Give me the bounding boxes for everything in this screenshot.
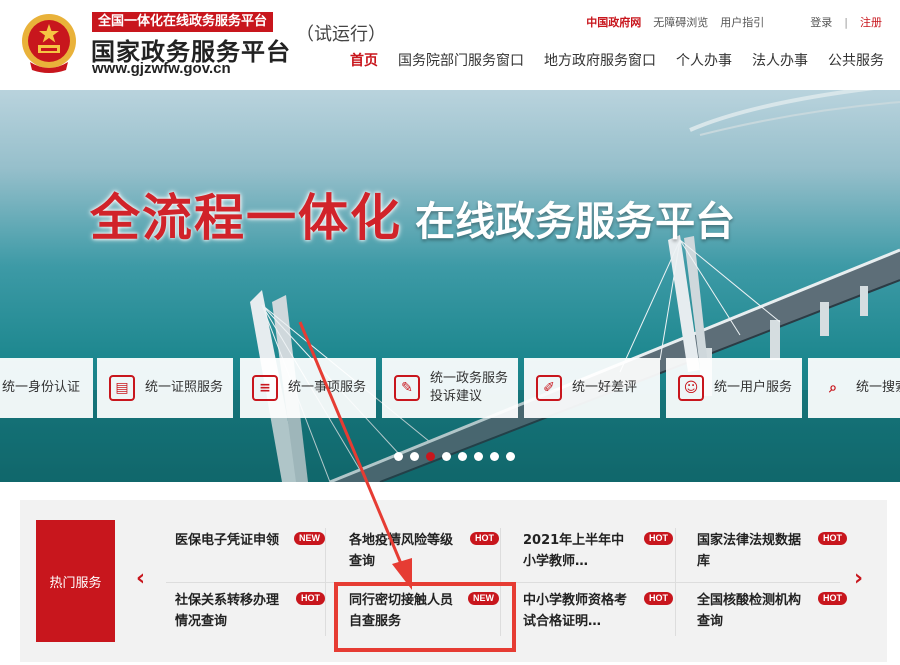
chevron-left-icon[interactable]: ‹: [136, 566, 145, 591]
service-badge: HOT: [296, 592, 325, 605]
service-title: 各地疫情风险等级查询: [349, 533, 454, 569]
service-badge: HOT: [818, 532, 847, 545]
service-medical-insurance-voucher[interactable]: 医保电子凭证申领 NEW: [175, 530, 325, 578]
license-card-icon: ▤: [109, 375, 135, 401]
banner-headline: 全流程一体化 在线政务服务平台: [90, 178, 735, 250]
service-badge: NEW: [294, 532, 325, 545]
service-title: 国家法律法规数据库: [697, 533, 802, 569]
gov-site-link[interactable]: 中国政府网: [586, 14, 641, 30]
nav-local-government[interactable]: 地方政府服务窗口: [544, 50, 656, 70]
platform-tag: 全国一体化在线政务服务平台: [92, 12, 274, 32]
service-badge: NEW: [468, 592, 499, 605]
service-title: 2021年上半年中小学教师…: [523, 533, 625, 569]
carousel-dots: [394, 452, 515, 461]
service-title: 社保关系转移办理情况查询: [175, 593, 280, 629]
service-badge: HOT: [644, 532, 673, 545]
chevron-right-icon[interactable]: ›: [854, 566, 863, 591]
service-nucleic-acid-testing-sites[interactable]: 全国核酸检测机构查询 HOT: [697, 590, 847, 638]
hot-services-tab[interactable]: 热门服务: [36, 520, 115, 642]
service-title: 中小学教师资格考试合格证明…: [523, 593, 628, 629]
divider: [166, 582, 840, 583]
carousel-dot[interactable]: [490, 452, 499, 461]
quick-good-bad-review[interactable]: ✐ 统一好差评: [524, 358, 660, 418]
document-list-icon: ≡: [252, 375, 278, 401]
headline-red: 全流程一体化: [90, 189, 402, 247]
pen-rating-icon: ✐: [536, 375, 562, 401]
service-teacher-qualification-certificate[interactable]: 中小学教师资格考试合格证明… HOT: [523, 590, 673, 638]
national-emblem-icon: [22, 14, 76, 73]
login-link[interactable]: 登录: [810, 14, 832, 30]
service-title: 全国核酸检测机构查询: [697, 593, 802, 629]
site-header: 全国一体化在线政务服务平台 国家政务服务平台 （试运行） www.gjzwfw.…: [0, 0, 900, 90]
register-link[interactable]: 注册: [860, 14, 882, 30]
headline-white: 在线政务服务平台: [415, 199, 736, 245]
site-url: www.gjzwfw.gov.cn: [92, 60, 231, 77]
nav-personal-affairs[interactable]: 个人办事: [676, 50, 732, 70]
service-title: 医保电子凭证申领: [175, 533, 280, 548]
quick-unified-search[interactable]: ⌕ 统一搜索: [808, 358, 900, 418]
accessible-browse-link[interactable]: 无障碍浏览: [653, 14, 708, 30]
hero-banner[interactable]: 全流程一体化 在线政务服务平台 统一身份认证 ▤ 统一证照服务 ≡ 统一事项服务…: [0, 90, 900, 482]
main-nav: 首页 国务院部门服务窗口 地方政府服务窗口 个人办事 法人办事 公共服务: [350, 50, 884, 70]
carousel-dot[interactable]: [458, 452, 467, 461]
service-badge: HOT: [818, 592, 847, 605]
quick-label: 统一证照服务: [145, 380, 224, 395]
quick-label: 统一身份认证: [2, 380, 81, 395]
user-gear-icon: ☺: [678, 375, 704, 401]
quick-identity-auth[interactable]: 统一身份认证: [0, 358, 93, 418]
service-badge: HOT: [644, 592, 673, 605]
quick-label: 统一事项服务: [288, 380, 367, 395]
nav-state-council-departments[interactable]: 国务院部门服务窗口: [398, 50, 524, 70]
page: 全国一体化在线政务服务平台 国家政务服务平台 （试运行） www.gjzwfw.…: [0, 0, 900, 665]
nav-corporate-affairs[interactable]: 法人办事: [752, 50, 808, 70]
service-law-database[interactable]: 国家法律法规数据库 HOT: [697, 530, 847, 578]
search-icon: ⌕: [829, 380, 837, 396]
carousel-dot[interactable]: [442, 452, 451, 461]
quick-label: 统一好差评: [572, 380, 638, 395]
service-badge: HOT: [470, 532, 499, 545]
carousel-dot[interactable]: [506, 452, 515, 461]
service-teacher-exam-2021[interactable]: 2021年上半年中小学教师… HOT: [523, 530, 673, 578]
carousel-dot-active[interactable]: [426, 452, 435, 461]
quick-license-service[interactable]: ▤ 统一证照服务: [97, 358, 233, 418]
service-close-contact-self-check[interactable]: 同行密切接触人员自查服务 NEW: [349, 590, 499, 638]
nav-public-services[interactable]: 公共服务: [828, 50, 884, 70]
quick-label: 统一用户服务: [714, 380, 793, 395]
carousel-dot[interactable]: [474, 452, 483, 461]
top-links: 中国政府网 无障碍浏览 用户指引 登录 | 注册: [586, 14, 882, 30]
quick-complaint-suggestion[interactable]: ✎ 统一政务服务投诉建议: [382, 358, 518, 418]
hot-services-panel: 热门服务 ‹ › 医保电子凭证申领 NEW 各地疫情风险等级查询 HOT 202…: [20, 500, 887, 662]
service-epidemic-risk-level[interactable]: 各地疫情风险等级查询 HOT: [349, 530, 499, 578]
service-title: 同行密切接触人员自查服务: [349, 593, 454, 629]
quick-label: 统一搜索: [856, 380, 900, 395]
link-separator: |: [844, 15, 848, 29]
carousel-dot[interactable]: [410, 452, 419, 461]
quick-user-service[interactable]: ☺ 统一用户服务: [666, 358, 802, 418]
nav-home[interactable]: 首页: [350, 50, 378, 70]
user-guide-link[interactable]: 用户指引: [720, 14, 764, 30]
bridge-scene-image: [0, 90, 900, 482]
trial-label: （试运行）: [296, 24, 386, 45]
service-social-security-transfer[interactable]: 社保关系转移办理情况查询 HOT: [175, 590, 325, 638]
quick-label: 统一政务服务投诉建议: [430, 371, 509, 404]
carousel-dot[interactable]: [394, 452, 403, 461]
quick-item-service[interactable]: ≡ 统一事项服务: [240, 358, 376, 418]
edit-form-icon: ✎: [394, 375, 420, 401]
